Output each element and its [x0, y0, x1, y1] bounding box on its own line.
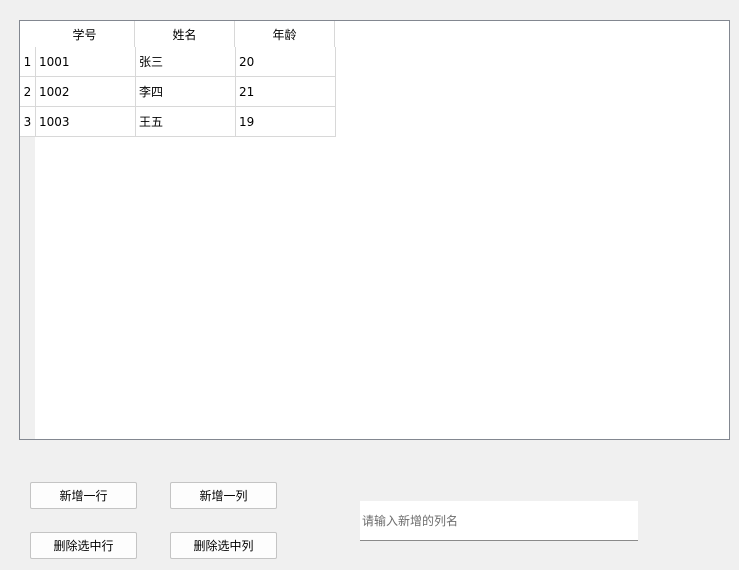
- row-header[interactable]: 1: [20, 47, 35, 76]
- column-header-student-id[interactable]: 学号: [35, 21, 135, 47]
- table-row: 1 1001 张三 20: [20, 47, 336, 77]
- delete-selected-row-button[interactable]: 删除选中行: [30, 532, 137, 559]
- column-header-name[interactable]: 姓名: [135, 21, 235, 47]
- table-cell[interactable]: 王五: [135, 107, 235, 136]
- table-row: 2 1002 李四 21: [20, 77, 336, 107]
- table-cell[interactable]: 李四: [135, 77, 235, 106]
- add-row-button[interactable]: 新增一行: [30, 482, 137, 509]
- add-column-button[interactable]: 新增一列: [170, 482, 277, 509]
- table-cell[interactable]: 20: [235, 47, 336, 76]
- table-column-header: 学号 姓名 年龄: [35, 21, 335, 47]
- column-header-age[interactable]: 年龄: [235, 21, 335, 47]
- table-cell[interactable]: 张三: [135, 47, 235, 76]
- table-cell[interactable]: 19: [235, 107, 336, 136]
- table-cell[interactable]: 1003: [35, 107, 135, 136]
- table-cell[interactable]: 1001: [35, 47, 135, 76]
- row-header[interactable]: 3: [20, 107, 35, 136]
- row-header[interactable]: 2: [20, 77, 35, 106]
- table-cell[interactable]: 1002: [35, 77, 135, 106]
- table-corner-button[interactable]: [20, 21, 35, 47]
- new-column-name-input[interactable]: [360, 501, 638, 541]
- table-row: 3 1003 王五 19: [20, 107, 336, 137]
- table-cell[interactable]: 21: [235, 77, 336, 106]
- table-body: 1 1001 张三 20 2 1002 李四 21 3 1003 王五 19: [20, 47, 336, 137]
- data-table[interactable]: 学号 姓名 年龄 1 1001 张三 20 2 1002 李四 21 3 100…: [19, 20, 730, 440]
- delete-selected-column-button[interactable]: 删除选中列: [170, 532, 277, 559]
